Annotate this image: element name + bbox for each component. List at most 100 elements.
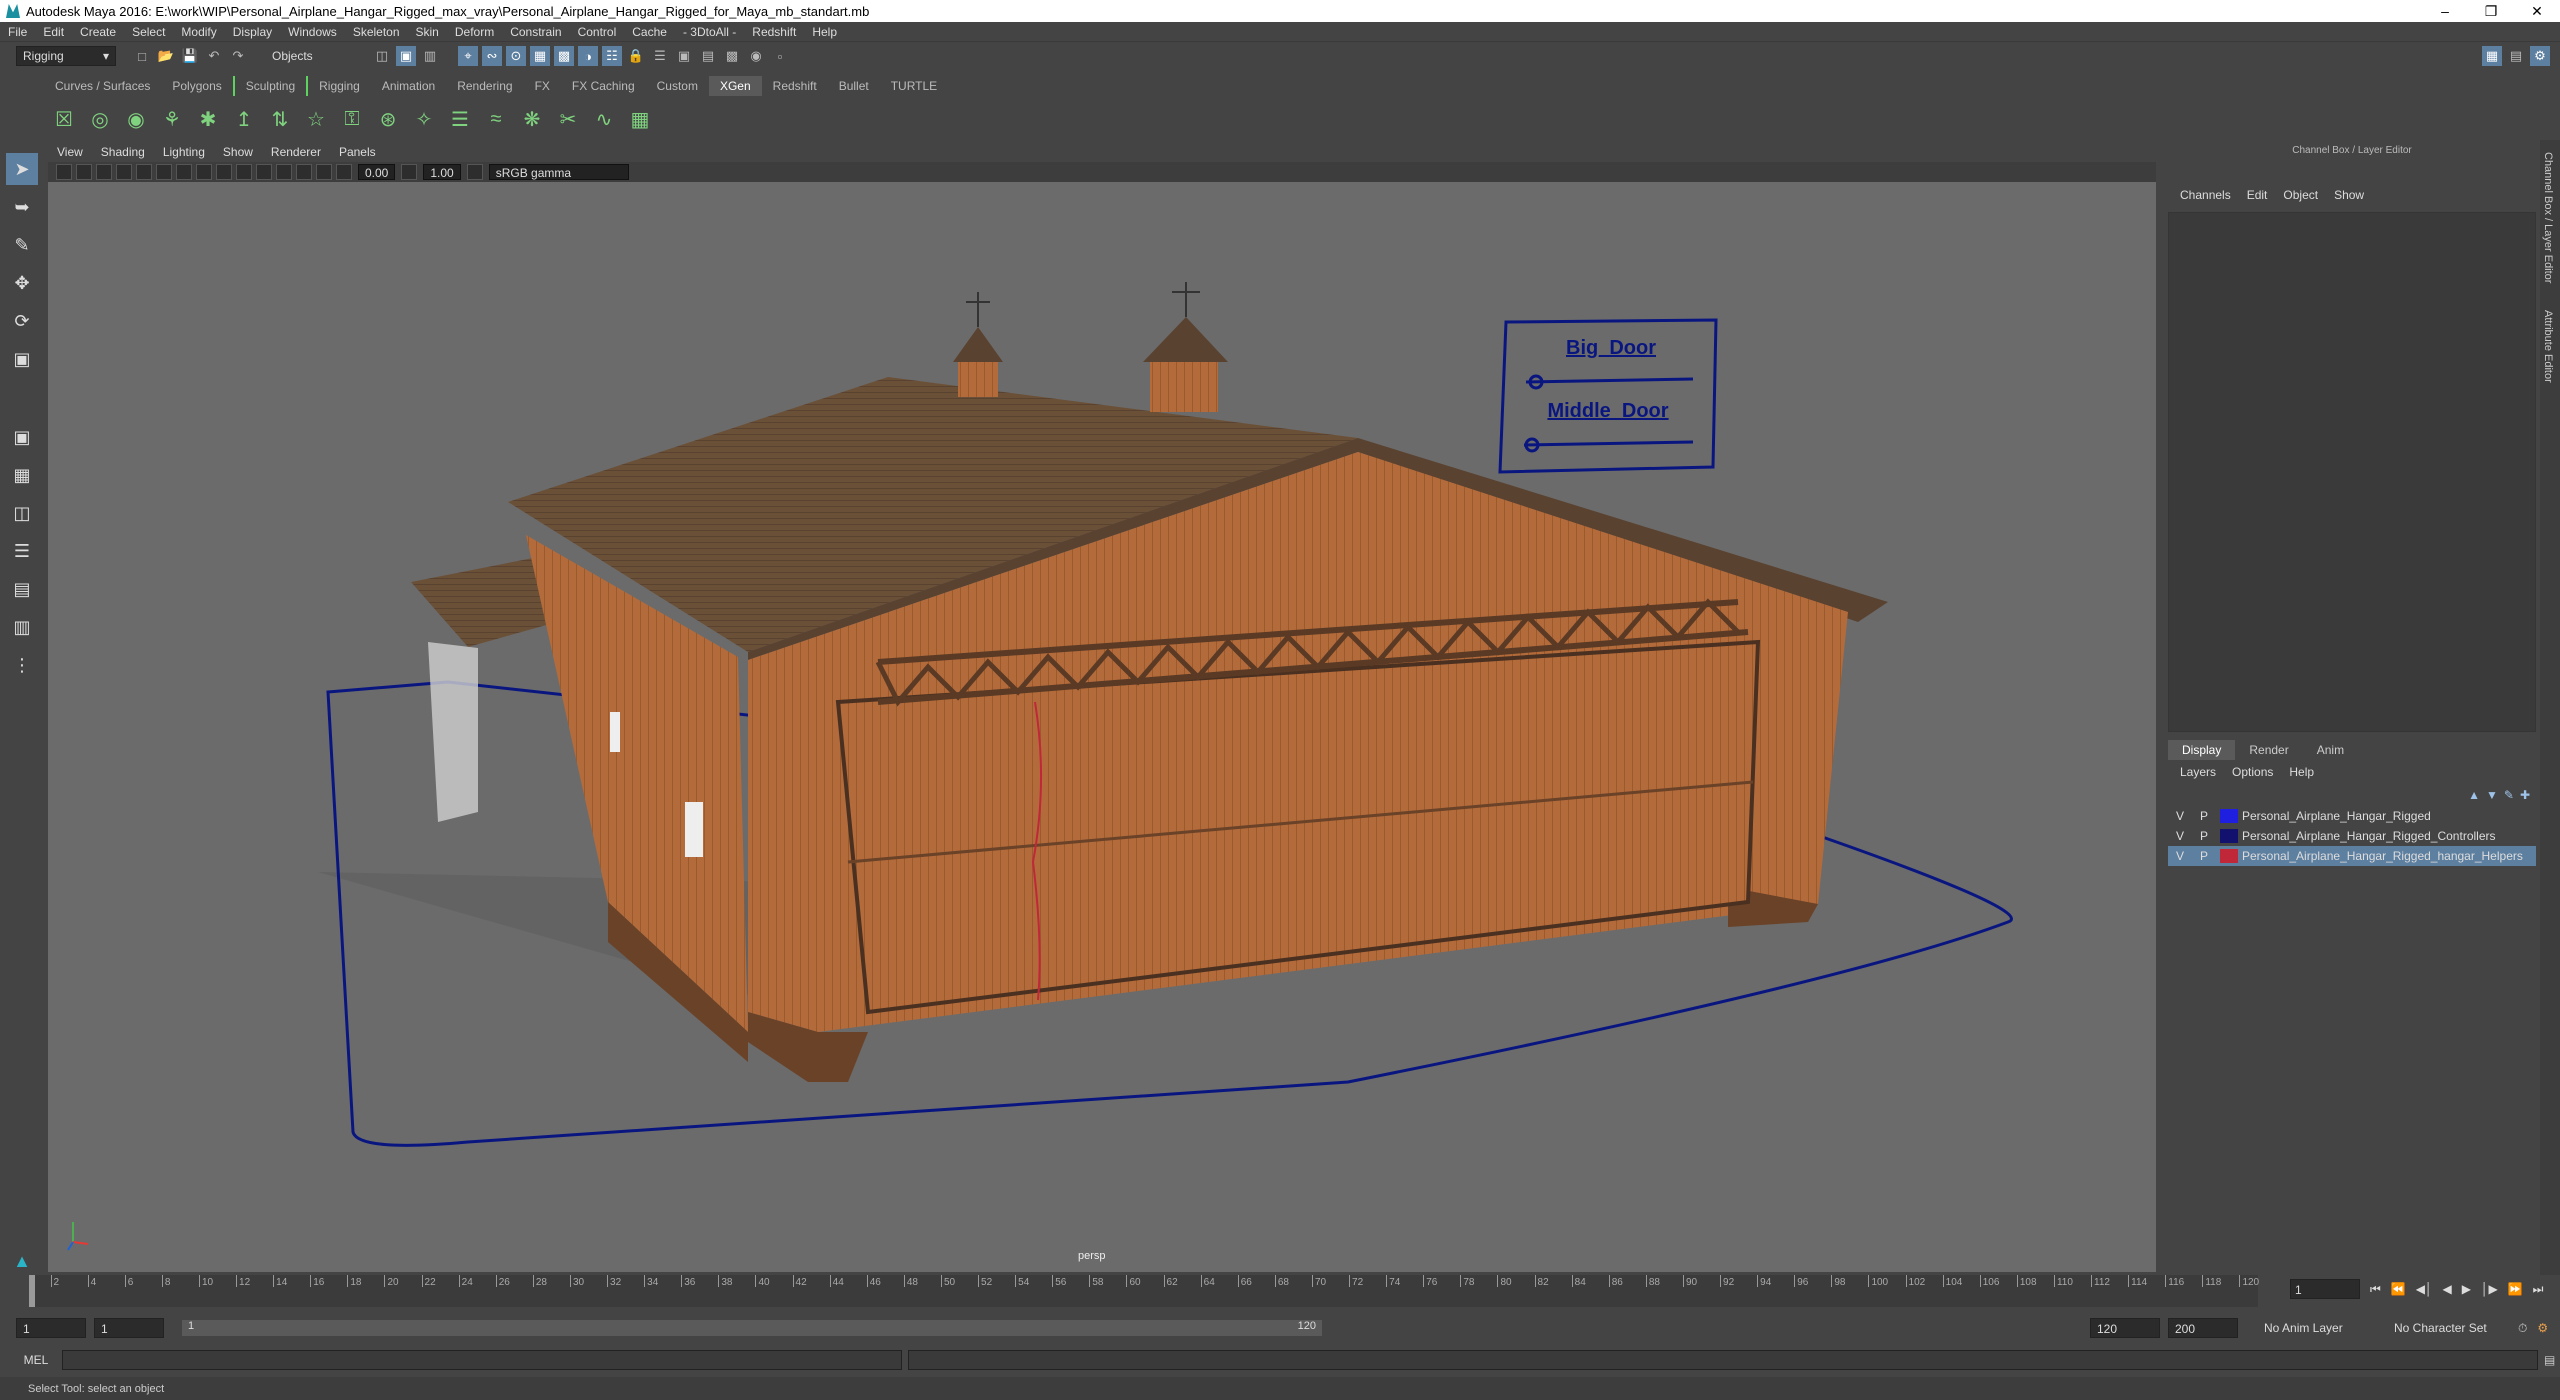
xgen-preview-icon[interactable]: ▦ [625, 104, 655, 134]
viewport-menu-shading[interactable]: Shading [92, 145, 154, 159]
camera-attributes-icon[interactable] [56, 164, 72, 180]
lasso-tool-icon[interactable]: ➥ [6, 191, 38, 223]
step-forward-frame-icon[interactable]: │▶ [2481, 1282, 2498, 1296]
film-gate-icon[interactable] [116, 164, 132, 180]
hypershade-view-icon[interactable]: ▥ [6, 611, 38, 643]
current-frame-field[interactable]: 1 [2290, 1279, 2360, 1299]
shadows-icon[interactable] [256, 164, 272, 180]
ambient-occlusion-icon[interactable] [276, 164, 292, 180]
modeling-toolkit-icon[interactable]: ▤ [2506, 46, 2526, 66]
symmetry-icon[interactable]: ☷ [602, 46, 622, 66]
menu-edit[interactable]: Edit [35, 25, 72, 39]
xgen-grass-icon[interactable]: ✧ [409, 104, 439, 134]
move-layer-down-icon[interactable]: ▼ [2486, 788, 2498, 802]
outliner-view-icon[interactable]: ☰ [6, 535, 38, 567]
start-time-field[interactable]: 1 [16, 1318, 86, 1338]
current-time-indicator[interactable] [29, 1275, 35, 1307]
time-slider[interactable]: 2 4 6 8 10 12 14 16 18 20 22 24 26 28 30 32 34 36 38 40 42 44… [0, 1275, 2560, 1307]
viewport-menu-lighting[interactable]: Lighting [154, 145, 214, 159]
hypershade-icon[interactable]: ◉ [746, 46, 766, 66]
go-to-end-icon[interactable]: ⏭ [2533, 1282, 2544, 1297]
channel-box-menu-edit[interactable]: Edit [2239, 188, 2276, 202]
shelf-tab-fx[interactable]: FX [524, 76, 561, 96]
character-set-dropdown[interactable]: No Character Set [2388, 1318, 2508, 1338]
color-management-icon[interactable] [466, 164, 483, 180]
xgen-groom-icon[interactable]: ⚘ [157, 104, 187, 134]
layer-menu-help[interactable]: Help [2281, 765, 2322, 779]
layer-color-swatch[interactable] [2220, 829, 2238, 843]
tab-render[interactable]: Render [2235, 740, 2302, 760]
layer-menu-layers[interactable]: Layers [2172, 765, 2224, 779]
layer-visibility-toggle[interactable]: V [2168, 849, 2192, 863]
channel-box-menu-channels[interactable]: Channels [2172, 188, 2239, 202]
menu-skin[interactable]: Skin [408, 25, 447, 39]
resolution-gate-icon[interactable] [136, 164, 152, 180]
menu-select[interactable]: Select [124, 25, 173, 39]
playback-end-field[interactable]: 120 [2090, 1318, 2160, 1338]
menu-modify[interactable]: Modify [173, 25, 224, 39]
shelf-tab-turtle[interactable]: TURTLE [880, 76, 948, 96]
xgen-smooth-icon[interactable]: ∿ [589, 104, 619, 134]
scale-tool-icon[interactable]: ▣ [6, 343, 38, 375]
side-tab-attribute-editor[interactable]: Attribute Editor [2542, 310, 2554, 383]
move-tool-icon[interactable]: ✥ [6, 267, 38, 299]
isolate-select-icon[interactable] [316, 164, 332, 180]
colorspace-dropdown[interactable]: sRGB gamma [488, 164, 629, 180]
textured-icon[interactable] [216, 164, 232, 180]
xgen-attract-icon[interactable]: ⊛ [373, 104, 403, 134]
viewport-menu-renderer[interactable]: Renderer [262, 145, 330, 159]
menu-file[interactable]: File [0, 25, 35, 39]
close-icon[interactable]: ✕ [2514, 3, 2560, 20]
snap-live-icon[interactable]: ◑ [578, 46, 598, 66]
viewport-menu-view[interactable]: View [48, 145, 92, 159]
minimize-icon[interactable]: – [2422, 3, 2468, 20]
xray-icon[interactable] [296, 164, 312, 180]
tab-display[interactable]: Display [2168, 740, 2236, 760]
move-layer-up-icon[interactable]: ▲ [2468, 788, 2480, 802]
selection-mode-dropdown[interactable]: Objects [266, 46, 356, 66]
menu-cache[interactable]: Cache [624, 25, 675, 39]
attribute-editor-toggle-icon[interactable]: ⚙ [2530, 46, 2550, 66]
menu-help[interactable]: Help [804, 25, 845, 39]
xgen-add-guide-icon[interactable]: ✱ [193, 104, 223, 134]
wireframe-icon[interactable] [176, 164, 192, 180]
snap-grid-icon[interactable]: ⌖ [458, 46, 478, 66]
layer-playback-toggle[interactable]: P [2192, 849, 2216, 863]
new-scene-icon[interactable]: □ [132, 46, 152, 66]
xgen-lock-icon[interactable]: ⚿ [337, 104, 367, 134]
big-door[interactable] [835, 639, 1761, 1015]
workspace-icon[interactable]: ▦ [2482, 46, 2502, 66]
render-frame-icon[interactable]: ▣ [674, 46, 694, 66]
layer-visibility-toggle[interactable]: V [2168, 829, 2192, 843]
open-scene-icon[interactable]: 📂 [156, 46, 176, 66]
select-tool-icon[interactable]: ➤ [6, 153, 38, 185]
render-view-icon[interactable]: ▫ [770, 46, 790, 66]
menu-windows[interactable]: Windows [280, 25, 345, 39]
xgen-layers-icon[interactable]: ☰ [445, 104, 475, 134]
shelf-tab-curves-surfaces[interactable]: Curves / Surfaces [44, 76, 161, 96]
menu-control[interactable]: Control [570, 25, 625, 39]
xgen-primitive-icon[interactable]: ◉ [121, 104, 151, 134]
graph-view-icon[interactable]: ▤ [6, 573, 38, 605]
new-layer-selected-icon[interactable]: ✚ [2520, 788, 2530, 802]
snap-curve-icon[interactable]: ∾ [482, 46, 502, 66]
preferences-icon[interactable]: ⚙ [2537, 1321, 2548, 1335]
xgen-create-description-icon[interactable]: ◎ [85, 104, 115, 134]
layer-color-swatch[interactable] [2220, 849, 2238, 863]
layer-playback-toggle[interactable]: P [2192, 829, 2216, 843]
snap-point-icon[interactable]: ⊙ [506, 46, 526, 66]
menuset-dropdown[interactable]: Rigging ▾ [16, 46, 116, 66]
layer-row[interactable]: V P Personal_Airplane_Hangar_Rigged_Cont… [2168, 826, 2536, 846]
shelf-tab-custom[interactable]: Custom [646, 76, 709, 96]
maximize-icon[interactable]: ❐ [2468, 3, 2514, 20]
menu-create[interactable]: Create [72, 25, 124, 39]
shelf-tab-rigging[interactable]: Rigging [306, 76, 371, 96]
channel-box-menu-show[interactable]: Show [2326, 188, 2372, 202]
snap-plane-icon[interactable]: ▦ [530, 46, 550, 66]
lights-icon[interactable] [236, 164, 252, 180]
select-component-icon[interactable]: ▥ [420, 46, 440, 66]
layer-row[interactable]: V P Personal_Airplane_Hangar_Rigged_hang… [2168, 846, 2536, 866]
play-backward-icon[interactable]: ◀ [2443, 1282, 2452, 1296]
menu-redshift[interactable]: Redshift [744, 25, 804, 39]
script-editor-icon[interactable]: ▤ [2544, 1353, 2555, 1367]
